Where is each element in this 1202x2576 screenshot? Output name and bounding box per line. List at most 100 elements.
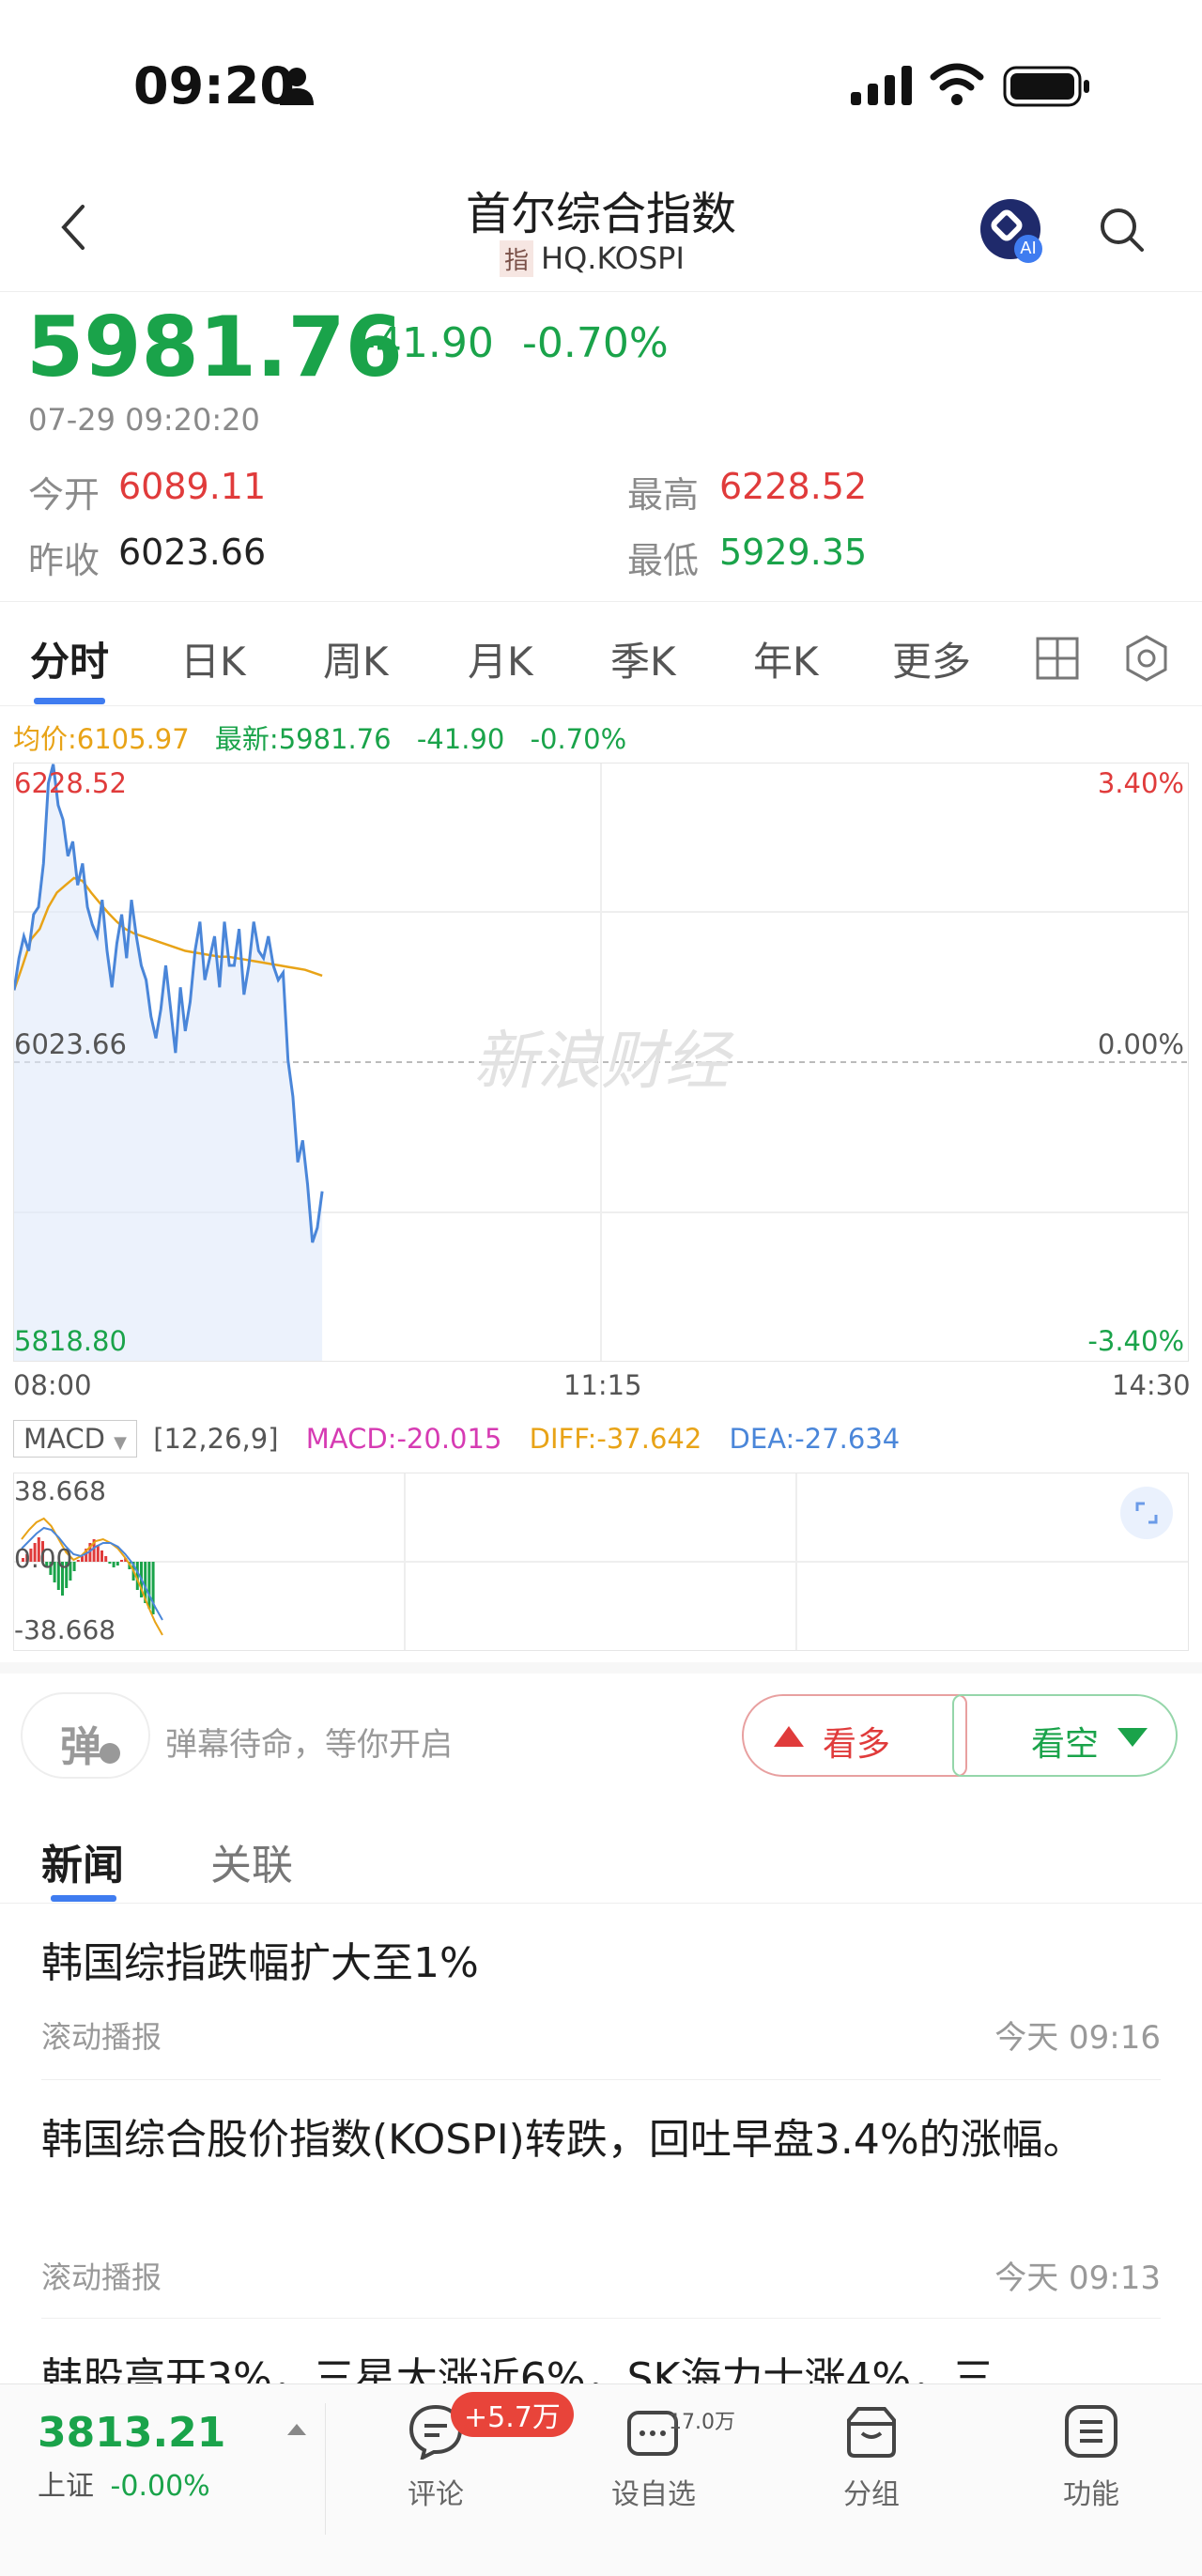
- danmu-toggle-button[interactable]: 弹: [21, 1692, 150, 1779]
- folder-icon: [847, 2407, 896, 2458]
- expand-button[interactable]: [1120, 1487, 1173, 1539]
- chart-change-pct: -0.70%: [530, 723, 627, 755]
- pct-label-mid: 0.00%: [1097, 1028, 1184, 1060]
- chart-change: -41.90: [416, 723, 505, 755]
- ticker-expand-icon[interactable]: [285, 2422, 308, 2437]
- chart-info-line: 均价:6105.97 最新:5981.76 -41.90 -0.70%: [13, 717, 626, 757]
- index-tag: 指: [500, 240, 534, 277]
- nav-header: 首尔综合指数 指 HQ.KOSPI AI: [0, 160, 1202, 292]
- news-item-title[interactable]: 韩国综指跌幅扩大至1%: [41, 1933, 1149, 1995]
- tab-news[interactable]: 新闻: [41, 1831, 124, 1891]
- news-tab-indicator: [51, 1895, 116, 1902]
- grid-layout-icon[interactable]: [1035, 636, 1080, 681]
- macd-bar: [112, 1562, 116, 1567]
- tab-quarterly-k[interactable]: 季K: [610, 630, 676, 687]
- tab-more[interactable]: 更多: [892, 630, 971, 687]
- intraday-chart[interactable]: 新浪财经 6228.52 6023.66 5818.80 3.40% 0.00%…: [13, 763, 1189, 1362]
- y-label-mid: 6023.66: [14, 1028, 127, 1060]
- macd-header: MACD ▼ [12,26,9] MACD:-20.015 DIFF:-37.6…: [13, 1420, 900, 1461]
- open-label: 今开: [28, 474, 100, 516]
- bottom-toolbar: 3813.21 上证 -0.00% 评论 +5.7万 设自选 17.0万 分组: [0, 2383, 1202, 2576]
- tab-monthly-k[interactable]: 月K: [468, 630, 533, 687]
- ai-assistant-button[interactable]: AI: [980, 199, 1042, 263]
- dropdown-arrow-icon: ▼: [114, 1433, 127, 1453]
- macd-chart[interactable]: 38.668 0.00 -38.668: [13, 1473, 1189, 1651]
- dea-value: DEA:-27.634: [729, 1423, 901, 1455]
- news-item-source: 滚动播报: [41, 2260, 162, 2295]
- y-label-bottom: 5818.80: [14, 1325, 127, 1357]
- price-area-fill: [14, 764, 323, 1361]
- wifi-icon: [930, 63, 984, 105]
- prev-close-value: 6023.66: [118, 532, 267, 573]
- status-bar: 09:20: [0, 0, 1202, 160]
- settings-icon[interactable]: [1123, 634, 1170, 683]
- functions-label: 功能: [1063, 2478, 1119, 2511]
- news-item-time: 今天 09:13: [994, 2260, 1161, 2297]
- news-item-time: 今天 09:16: [994, 2019, 1161, 2057]
- group-button[interactable]: 分组: [806, 2403, 937, 2512]
- bearish-button[interactable]: 看空: [952, 1694, 1178, 1777]
- menu-icon: [1065, 2405, 1117, 2458]
- macd-bar: [96, 1545, 100, 1562]
- tab-daily-k[interactable]: 日K: [180, 630, 246, 687]
- index-ticker[interactable]: 3813.21 上证 -0.00%: [38, 2409, 225, 2504]
- macd-dropdown-label: MACD: [23, 1423, 105, 1455]
- up-arrow-icon: [774, 1726, 804, 1747]
- high-label: 最高: [627, 474, 700, 516]
- macd-chart-svg: [14, 1473, 1188, 1650]
- pct-label-bottom: -3.40%: [1087, 1325, 1184, 1357]
- tab-weekly-k[interactable]: 周K: [323, 630, 389, 687]
- macd-top-label: 38.668: [14, 1475, 106, 1506]
- watchlist-label: 设自选: [611, 2478, 696, 2511]
- bullish-button[interactable]: 看多: [742, 1694, 967, 1777]
- period-tabs: 分时 日K 周K 月K 季K 年K 更多: [0, 601, 1202, 706]
- x-label-mid: 11:15: [563, 1369, 642, 1401]
- price-change: -41.90: [361, 319, 494, 367]
- ticker-value: 3813.21: [38, 2409, 226, 2457]
- high-value: 6228.52: [719, 466, 868, 507]
- latest-price: 最新:5981.76: [214, 723, 392, 755]
- diff-value: DIFF:-37.642: [529, 1423, 702, 1455]
- person-icon: [280, 68, 314, 105]
- macd-value: MACD:-20.015: [305, 1423, 502, 1455]
- low-value: 5929.35: [719, 532, 868, 573]
- search-icon[interactable]: [1099, 207, 1146, 254]
- watchlist-count: 17.0万: [669, 2411, 735, 2434]
- macd-bar: [72, 1562, 76, 1571]
- tab-intraday[interactable]: 分时: [30, 630, 109, 687]
- open-value: 6089.11: [118, 466, 267, 507]
- x-label-end: 14:30: [1112, 1369, 1191, 1401]
- news-item-source: 滚动播报: [41, 2019, 162, 2055]
- macd-bar: [120, 1560, 123, 1562]
- news-divider: [41, 2318, 1161, 2319]
- section-divider: [0, 1662, 1202, 1674]
- price-change-pct: -0.70%: [522, 319, 669, 367]
- macd-bar: [76, 1560, 80, 1562]
- avg-price: 均价:6105.97: [13, 723, 190, 755]
- danmu-icon: 弹: [60, 1723, 101, 1771]
- signal-icon: [851, 66, 912, 105]
- danmu-placeholder[interactable]: 弹幕待命，等你开启: [165, 1719, 453, 1765]
- toolbar-divider: [325, 2403, 326, 2535]
- macd-dropdown[interactable]: MACD ▼: [13, 1420, 137, 1458]
- news-divider: [41, 2079, 1161, 2080]
- prev-close-label: 昨收: [28, 540, 100, 581]
- macd-bar: [108, 1562, 112, 1564]
- status-time: 09:20: [133, 56, 295, 116]
- comment-count-badge: +5.7万: [451, 2392, 574, 2437]
- expand-icon: [1135, 1502, 1158, 1524]
- tab-yearly-k[interactable]: 年K: [753, 630, 819, 687]
- active-tab-indicator: [34, 698, 105, 704]
- page-title: 首尔综合指数: [465, 188, 736, 240]
- functions-button[interactable]: 功能: [1025, 2403, 1157, 2512]
- danmu-off-icon: [100, 1743, 120, 1764]
- ai-badge: AI: [1014, 235, 1042, 263]
- macd-bar: [104, 1556, 108, 1562]
- back-icon[interactable]: [58, 203, 88, 252]
- news-item-title[interactable]: 韩国综合股价指数(KOSPI)转跌，回吐早盘3.4%的涨幅。: [41, 2109, 1149, 2171]
- chart-watermark: 新浪财经: [473, 1025, 734, 1099]
- bullish-label: 看多: [823, 1725, 891, 1764]
- tab-related[interactable]: 关联: [210, 1831, 293, 1891]
- macd-params: [12,26,9]: [153, 1423, 279, 1455]
- news-item-title[interactable]: 韩股高开3%，三星大涨近6%，SK海力士涨4%，三: [41, 2348, 1149, 2383]
